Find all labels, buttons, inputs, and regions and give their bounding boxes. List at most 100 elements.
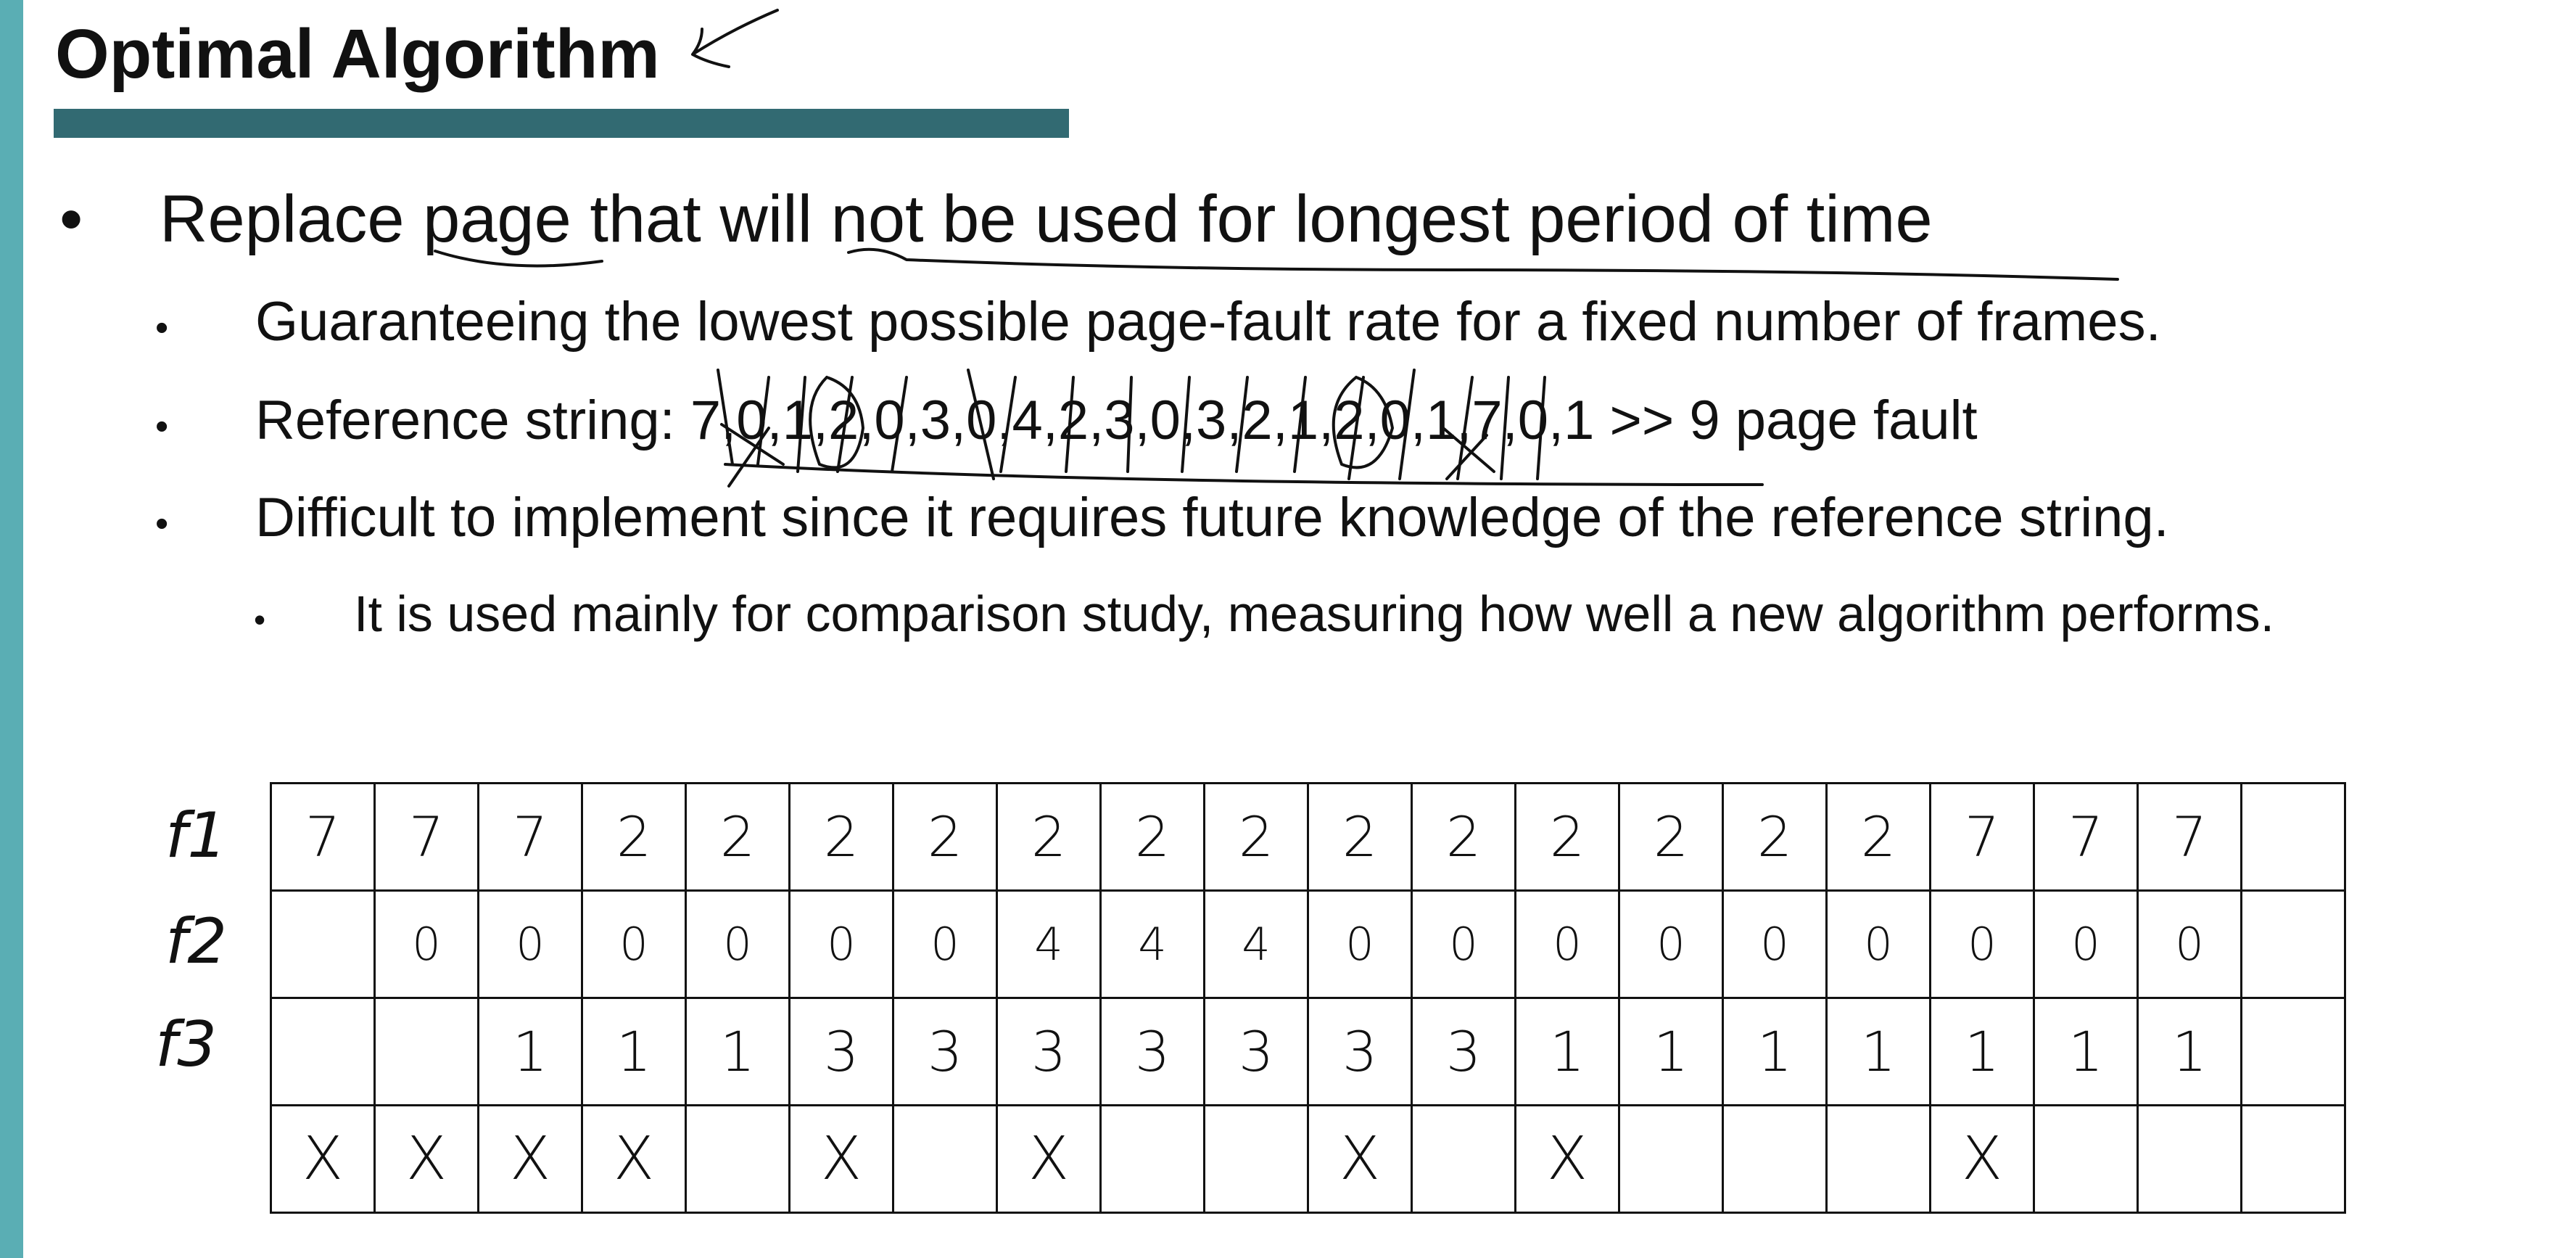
table-cell: 7 [2137,782,2242,892]
table-cell: 1 [1618,997,1724,1106]
table-cell: 0 [2137,889,2242,999]
table-cell: 0 [788,889,894,999]
table-cell: 0 [1411,889,1516,999]
table-cell: 3 [892,997,998,1106]
table-cell: 0 [1618,889,1724,999]
strike-ref-5 [891,376,908,473]
page-fault-mark [1099,1104,1205,1214]
strike-ref-10 [1181,376,1191,473]
table-cell: 0 [1722,889,1828,999]
table-cell: 1 [2137,997,2242,1106]
table-cell [373,997,479,1106]
table-cell: 0 [477,889,583,999]
table-cell: 2 [685,782,790,892]
table-cell: 7 [477,782,583,892]
table-cell: 2 [788,782,894,892]
table-cell: 3 [996,997,1102,1106]
page-fault-mark: X [1514,1104,1620,1214]
page-fault-mark [1722,1104,1828,1214]
table-cell: 2 [1825,782,1931,892]
table-cell: 4 [1203,889,1309,999]
page-fault-mark [685,1104,790,1214]
table-cell: 0 [892,889,998,999]
table-cell: 3 [788,997,894,1106]
table-row-f1: 7 7 7 2 2 2 2 2 2 2 2 2 2 2 2 2 7 7 7 [270,782,2346,892]
page-fault-mark [892,1104,998,1214]
table-cell: 2 [1203,782,1309,892]
table-cell: 1 [1825,997,1931,1106]
page-fault-mark: X [581,1104,687,1214]
table-cell: 1 [1514,997,1620,1106]
table-cell: 3 [1411,997,1516,1106]
table-cell: 1 [477,997,583,1106]
strike-ref-13 [1347,376,1365,480]
table-cell [270,997,376,1106]
page-fault-mark [1203,1104,1309,1214]
table-cell: 3 [1203,997,1309,1106]
strike-ref-9 [1126,376,1133,473]
underline-reference-string [724,463,1764,486]
table-cell: 0 [581,889,687,999]
underline-page [434,250,603,268]
table-cell [2240,997,2346,1106]
table-cell: 2 [1514,782,1620,892]
strike-ref-7 [999,376,1017,473]
table-cell: 3 [1307,997,1413,1106]
table-cell: 0 [2033,889,2139,999]
table-cell: 4 [996,889,1102,999]
table-cell: 1 [2033,997,2139,1106]
table-cell: 0 [1825,889,1931,999]
page-fault-mark [1411,1104,1516,1214]
table-row-faults: X X X X X X X X X [270,1104,2346,1214]
page-fault-mark: X [1307,1104,1413,1214]
strike-ref-1 [717,369,734,466]
table-cell: 0 [1514,889,1620,999]
page-fault-mark [2240,1104,2346,1214]
strike-ref-11 [1235,376,1249,473]
table-row-f3: 1 1 1 3 3 3 3 3 3 3 1 1 1 1 1 1 1 [270,997,2346,1106]
table-cell [270,889,376,999]
arrow-annotation [691,9,779,68]
table-cell: 0 [685,889,790,999]
frame-label-f2: f2 [165,905,227,978]
frame-label-f3: f3 [155,1008,217,1081]
strike-ref-8 [1065,376,1075,473]
table-cell: 2 [1307,782,1413,892]
page-fault-mark: X [996,1104,1102,1214]
table-cell: 3 [1099,997,1205,1106]
frame-label-f1: f1 [165,799,227,872]
table-cell: 2 [996,782,1102,892]
table-cell: 0 [373,889,479,999]
strike-ref-3 [796,376,806,473]
table-cell: 1 [685,997,790,1106]
strike-ref-16 [1500,376,1510,480]
page-fault-mark: X [270,1104,376,1214]
table-cell: 2 [1411,782,1516,892]
circle-ref-b [1332,376,1394,469]
strike-ref-6 [967,369,995,480]
table-cell [2240,889,2346,999]
page-fault-mark: X [1929,1104,2035,1214]
page-fault-mark [2033,1104,2139,1214]
table-row-f2: 0 0 0 0 0 0 4 4 4 0 0 0 0 0 0 0 0 0 [270,889,2346,999]
table-cell: 0 [1307,889,1413,999]
underline-not-used [847,247,2119,281]
table-cell: 1 [1722,997,1828,1106]
page-fault-mark [1825,1104,1931,1214]
page-fault-mark [2137,1104,2242,1214]
cross-ref-b [1442,427,1495,480]
circle-ref-a [809,376,864,469]
page-fault-mark: X [477,1104,583,1214]
strike-ref-14 [1398,369,1416,480]
table-cell: 4 [1099,889,1205,999]
table-cell: 2 [1618,782,1724,892]
table-cell: 2 [1722,782,1828,892]
table-cell: 7 [2033,782,2139,892]
table-cell: 2 [581,782,687,892]
page-fault-mark: X [373,1104,479,1214]
table-cell: 0 [1929,889,2035,999]
strike-ref-17 [1536,376,1546,480]
page-frame-table: 7 7 7 2 2 2 2 2 2 2 2 2 2 2 2 2 7 7 7 0 … [270,782,2346,1214]
table-cell [2240,782,2346,892]
page-fault-mark: X [788,1104,894,1214]
